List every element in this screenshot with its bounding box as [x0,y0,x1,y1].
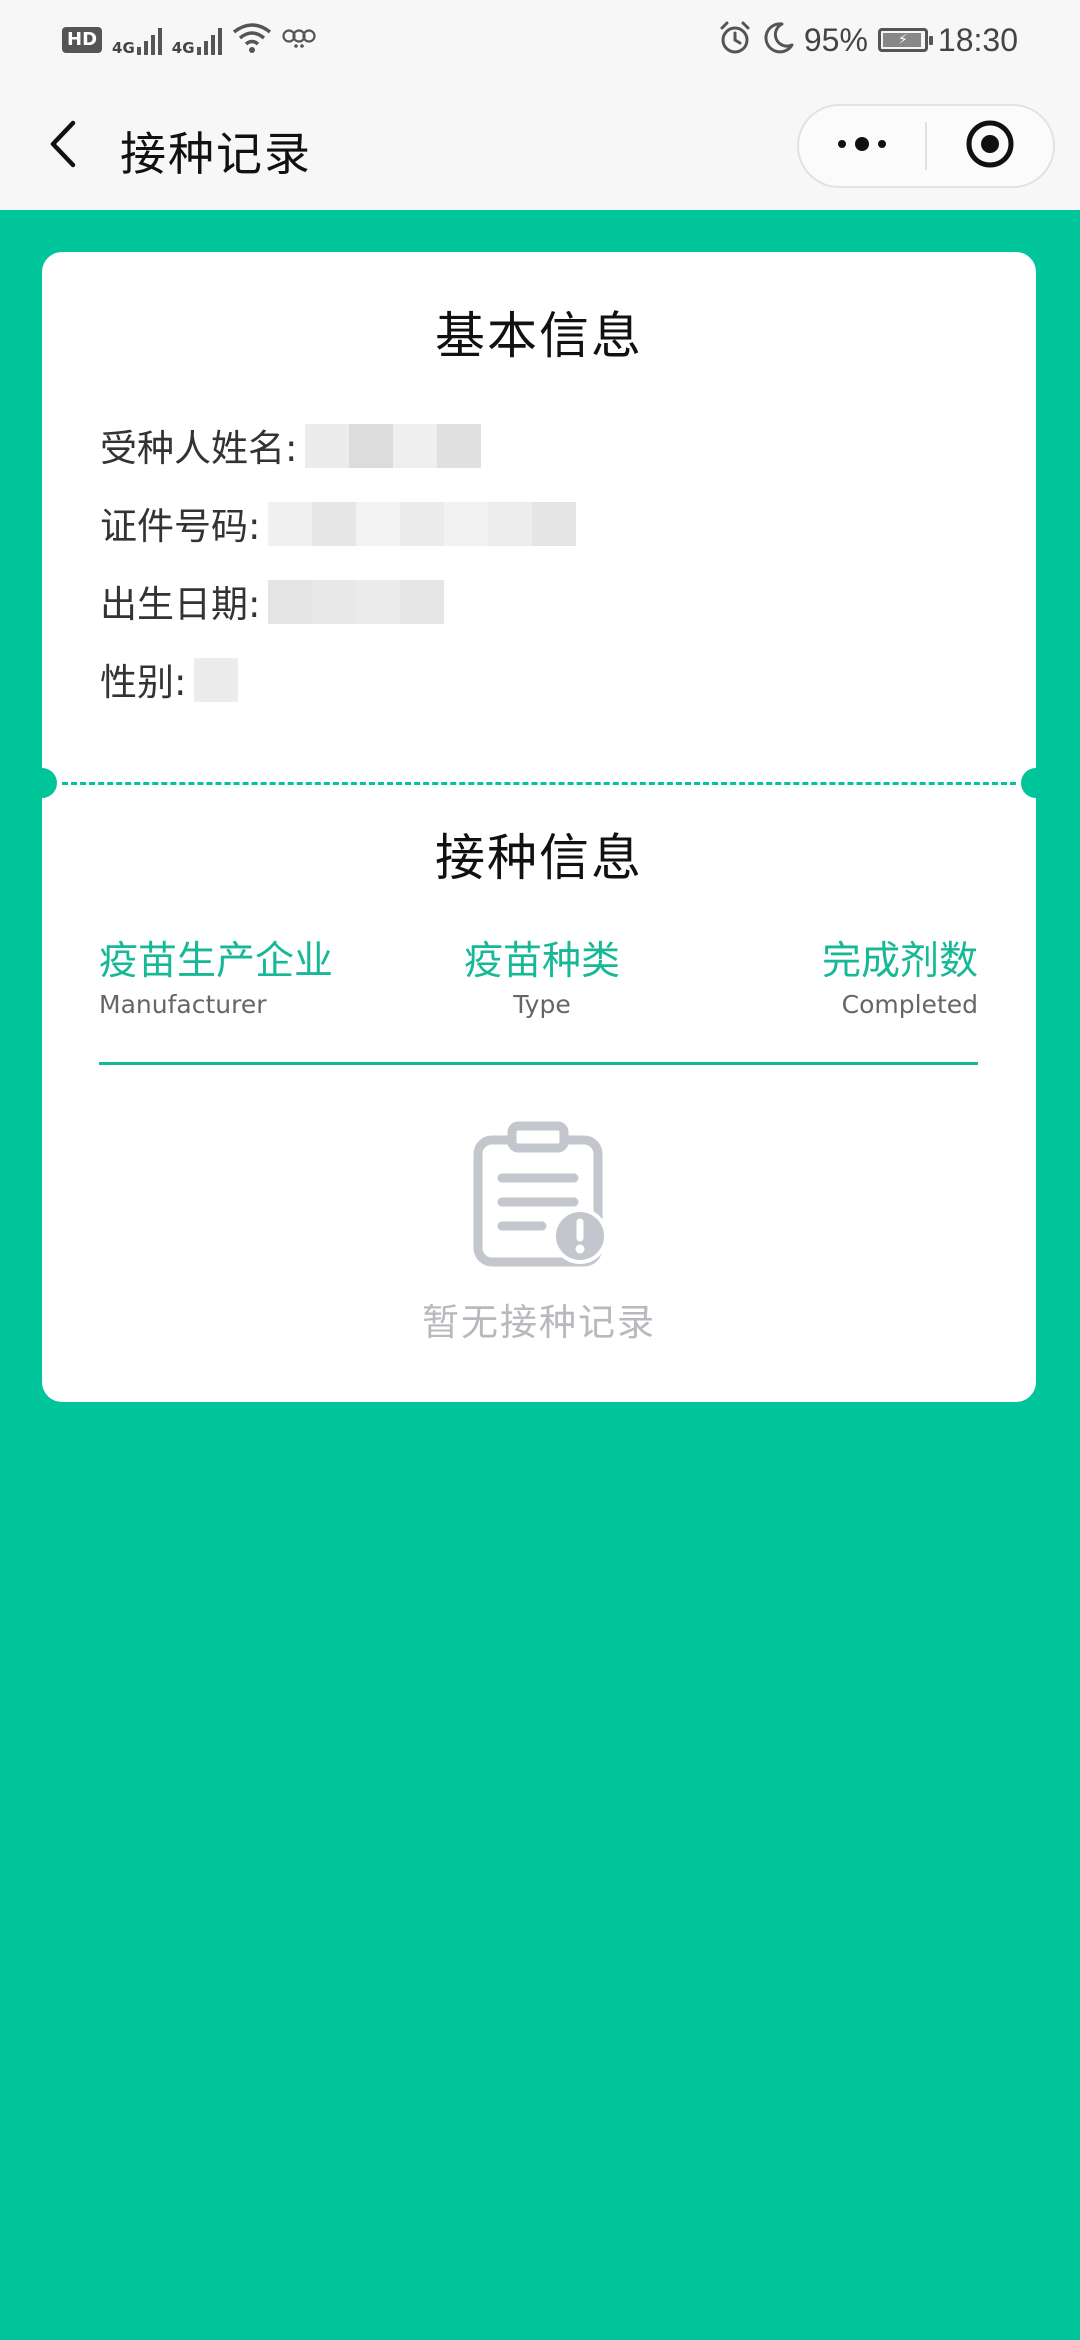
more-button[interactable] [799,106,925,186]
column-header-zh: 完成剂数 [821,939,978,984]
signal-bars-icon [136,25,162,55]
status-right: 95% ⚡ 18:30 [718,21,1018,59]
status-left: HD 4G 4G [62,22,316,58]
column-header-manufacturer: 疫苗生产企业 Manufacturer [99,930,333,1019]
clipboard-warning-icon [472,1120,612,1270]
wifi-icon [232,22,272,58]
info-row-gender: 性别: [100,652,239,706]
redacted-value [305,422,482,468]
battery-icon: ⚡ [877,28,933,52]
info-label-name: 受种人姓名: [100,427,298,470]
column-header-zh: 疫苗种类 [463,939,620,984]
back-button[interactable] [38,118,88,174]
info-row-id: 证件号码: [100,496,577,550]
card-notch-left [27,768,57,798]
moon-icon [762,21,794,59]
basic-info-title: 基本信息 [435,307,643,365]
card-notch-right [1021,768,1051,798]
column-header-type: 疫苗种类 Type [462,930,622,1019]
hotspot-icon [281,27,316,53]
info-row-birthdate: 出生日期: [100,574,445,628]
vaccination-info-title: 接种信息 [435,829,643,887]
vaccination-record-card: 基本信息 受种人姓名: 证件号码: 出生日期: 性别: 接种信息 疫苗生产企业 … [27,252,1051,1402]
hd-badge: HD [62,27,103,53]
signal-bars-icon [196,25,222,55]
column-header-en: Completed [841,990,978,1019]
info-label-id: 证件号码: [100,505,261,548]
sim2-network-label: 4G [171,39,195,57]
sim1-signal: 4G [112,25,162,57]
redacted-value [194,656,239,702]
column-header-en: Type [513,990,571,1019]
more-dots-icon [834,134,890,158]
page-title: 接种记录 [120,127,312,181]
clock: 18:30 [937,21,1018,58]
redacted-value [268,500,577,546]
chevron-left-icon [48,119,78,173]
info-label-gender: 性别: [100,661,187,704]
empty-state-text: 暂无接种记录 [422,1301,656,1344]
redacted-value [268,578,445,624]
nav-bar: 接种记录 [0,80,1080,210]
target-circle-icon [964,118,1016,174]
card-divider [62,782,1016,785]
info-row-name: 受种人姓名: [100,418,482,472]
sim2-signal: 4G [171,25,222,57]
status-bar: HD 4G 4G 95% ⚡ 18:30 [0,0,1080,80]
info-label-birthdate: 出生日期: [100,583,261,626]
battery-percent: 95% [803,21,868,58]
column-header-zh: 疫苗生产企业 [99,939,334,984]
column-header-completed: 完成剂数 Completed [822,930,978,1019]
sim1-network-label: 4G [112,39,135,57]
header-rule [99,1062,978,1065]
alarm-icon [718,21,752,59]
column-header-en: Manufacturer [99,990,267,1019]
close-mini-program-button[interactable] [927,106,1053,186]
mini-program-capsule [797,104,1055,188]
